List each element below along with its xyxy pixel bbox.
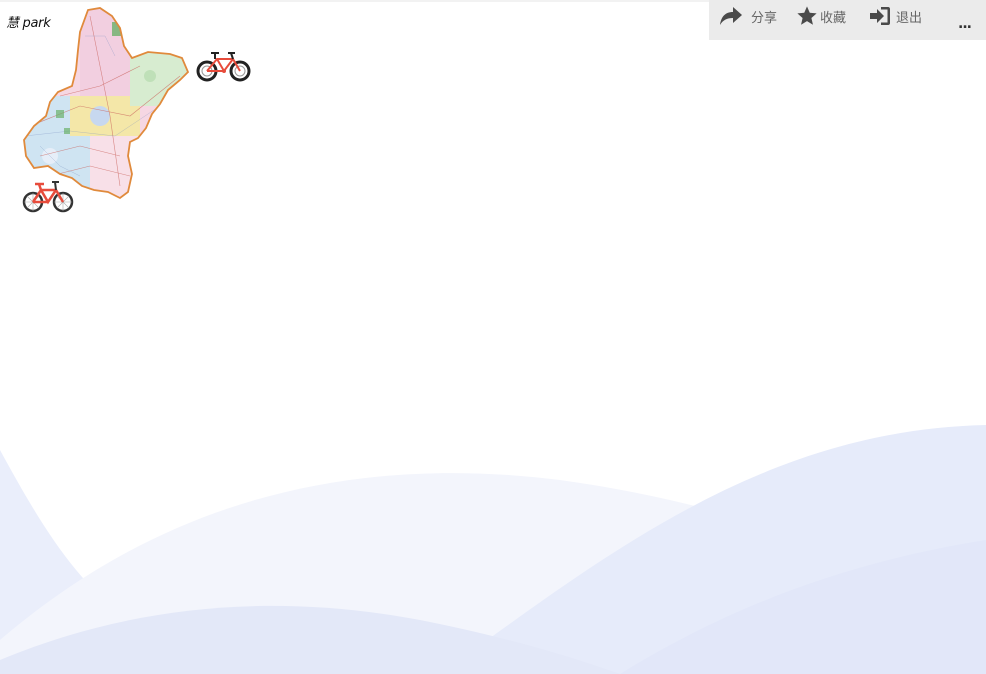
bicycle-icon[interactable] [195, 47, 252, 83]
logout-button[interactable]: 退出 [869, 4, 922, 28]
app-root: 慧 park 分享 收藏 退出 ... [0, 0, 986, 674]
logout-label: 退出 [896, 10, 923, 26]
top-toolbar: 分享 收藏 退出 ... [709, 0, 986, 40]
region-map[interactable] [20, 6, 192, 202]
star-icon [797, 6, 817, 25]
favorite-label: 收藏 [820, 10, 847, 26]
share-button[interactable]: 分享 [719, 4, 777, 28]
sign-in-icon [870, 7, 890, 25]
share-label: 分享 [751, 10, 778, 26]
favorite-button[interactable]: 收藏 [796, 4, 846, 28]
bicycle-icon[interactable] [21, 177, 75, 214]
share-icon [720, 7, 742, 25]
more-menu-button[interactable]: ... [958, 16, 972, 32]
